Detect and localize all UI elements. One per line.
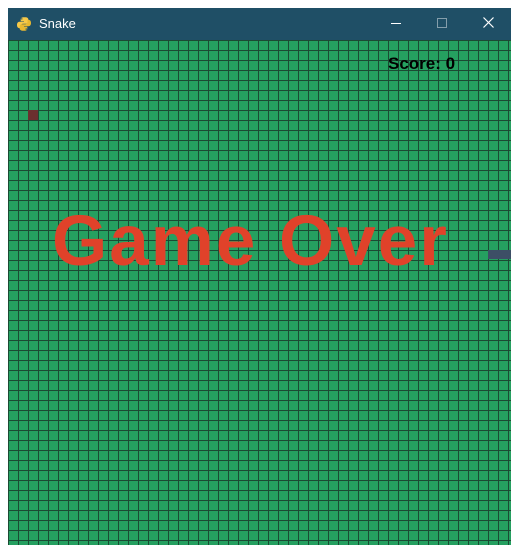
python-snake-icon (16, 16, 32, 32)
window-title: Snake (39, 16, 76, 31)
score-display: Score: 0 (388, 54, 456, 73)
game-window: Snake Score: 0 Game Over (8, 8, 511, 545)
game-board: Score: 0 Game Over (8, 40, 511, 545)
minimize-button[interactable] (373, 8, 419, 40)
minimize-icon (391, 15, 401, 33)
maximize-icon (437, 15, 447, 33)
title-bar[interactable]: Snake (8, 8, 511, 40)
snake-segment (488, 250, 511, 259)
game-over-text: Game Over (52, 202, 449, 281)
close-button[interactable] (465, 8, 511, 40)
food-pellet (28, 110, 38, 120)
maximize-button[interactable] (419, 8, 465, 40)
close-icon (482, 15, 494, 33)
